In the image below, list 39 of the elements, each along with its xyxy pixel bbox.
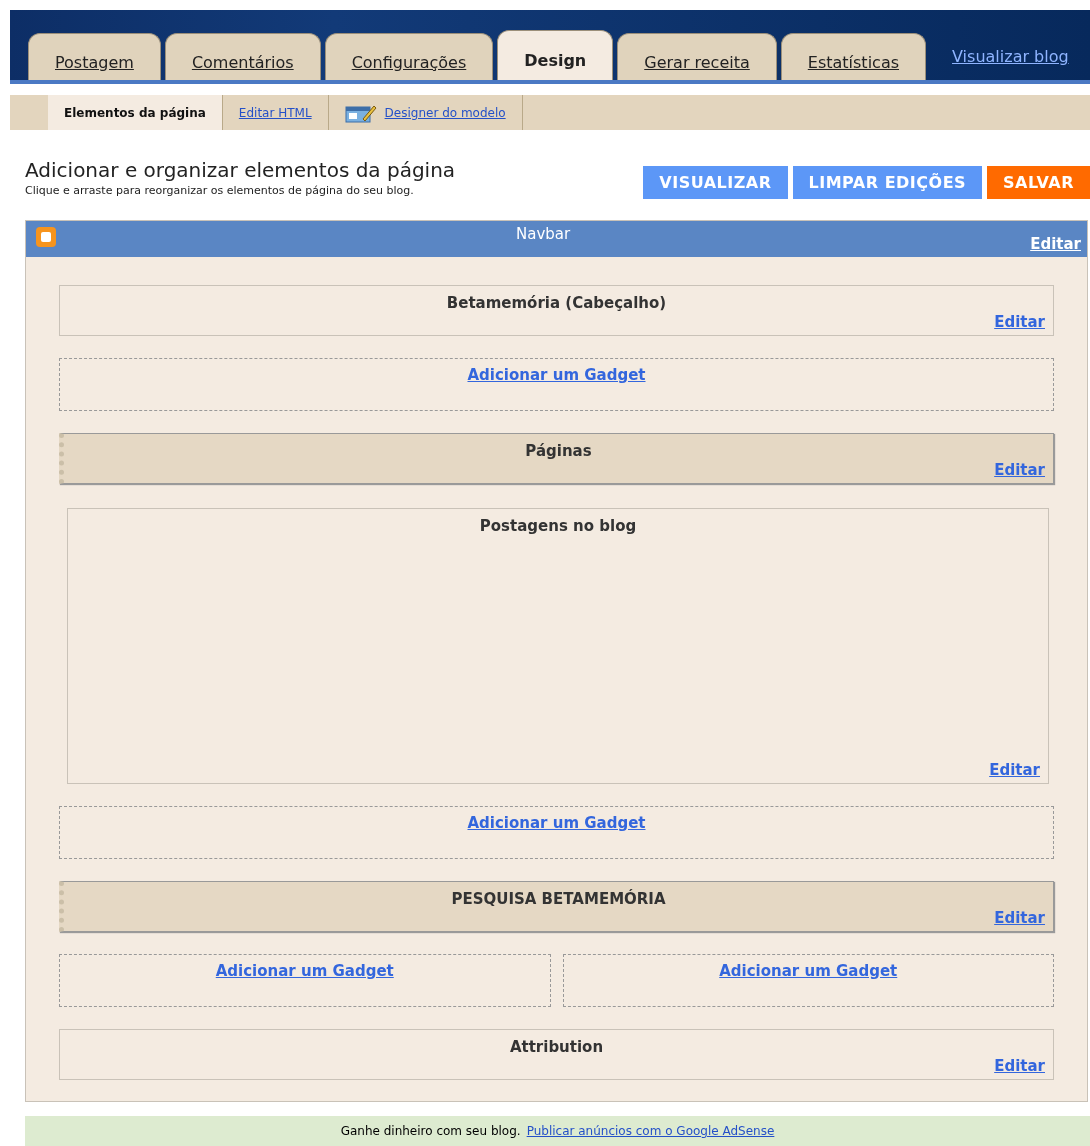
edit-link[interactable]: Editar bbox=[994, 909, 1045, 927]
page-element[interactable]: Postagens no blog Editar bbox=[67, 508, 1049, 784]
element-title: Postagens no blog bbox=[479, 517, 637, 535]
blogger-icon bbox=[36, 227, 56, 247]
sub-tab[interactable]: Editar HTML bbox=[222, 95, 329, 130]
nav-tab[interactable]: Estatísticas bbox=[780, 33, 926, 80]
add-gadget-link[interactable]: Adicionar um Gadget bbox=[467, 366, 646, 384]
nav-tab[interactable]: Postagem bbox=[28, 33, 161, 80]
view-blog-link[interactable]: Visualizar blog bbox=[952, 47, 1069, 66]
page-subheading: Clique e arraste para reorganizar os elementos de página do seu blog. bbox=[25, 184, 415, 197]
edit-link[interactable]: Editar bbox=[994, 313, 1045, 331]
add-gadget-link[interactable]: Adicionar um Gadget bbox=[215, 962, 394, 980]
page-heading: Adicionar e organizar elementos da página bbox=[25, 158, 456, 182]
element-title: PESQUISA BETAMEMÓRIA bbox=[451, 890, 666, 908]
edit-link[interactable]: Editar bbox=[989, 761, 1040, 779]
page-element[interactable]: Attribution Editar bbox=[59, 1029, 1054, 1080]
action-button[interactable]: VISUALIZAR bbox=[643, 166, 788, 199]
page-element[interactable]: Páginas Editar bbox=[59, 433, 1054, 484]
edit-link[interactable]: Editar bbox=[994, 461, 1045, 479]
edit-link[interactable]: Editar bbox=[1030, 235, 1081, 253]
footer-text: Ganhe dinheiro com seu blog. bbox=[340, 1124, 521, 1138]
element-title: Páginas bbox=[525, 442, 592, 460]
nav-tab[interactable]: Configurações bbox=[324, 33, 494, 80]
nav-tab[interactable]: Gerar receita bbox=[617, 33, 777, 80]
page-element[interactable]: PESQUISA BETAMEMÓRIA Editar bbox=[59, 881, 1054, 932]
edit-link[interactable]: Editar bbox=[994, 1057, 1045, 1075]
sub-tab[interactable]: Elementos da página bbox=[48, 95, 223, 130]
nav-tab[interactable]: Design bbox=[497, 30, 614, 80]
action-button[interactable]: SALVAR bbox=[987, 166, 1090, 199]
element-title: Betamemória (Cabeçalho) bbox=[446, 294, 667, 312]
sub-tab[interactable]: Designer do modelo bbox=[328, 95, 523, 130]
action-button[interactable]: LIMPAR EDIÇÕES bbox=[792, 166, 983, 199]
add-gadget-link[interactable]: Adicionar um Gadget bbox=[719, 962, 898, 980]
nav-tab[interactable]: Comentários bbox=[164, 33, 321, 80]
adsense-link[interactable]: Publicar anúncios com o Google AdSense bbox=[526, 1124, 775, 1138]
navbar-title: Navbar bbox=[516, 225, 571, 243]
page-element[interactable]: Betamemória (Cabeçalho) Editar bbox=[59, 285, 1054, 336]
element-title: Attribution bbox=[509, 1038, 604, 1056]
add-gadget-link[interactable]: Adicionar um Gadget bbox=[467, 814, 646, 832]
